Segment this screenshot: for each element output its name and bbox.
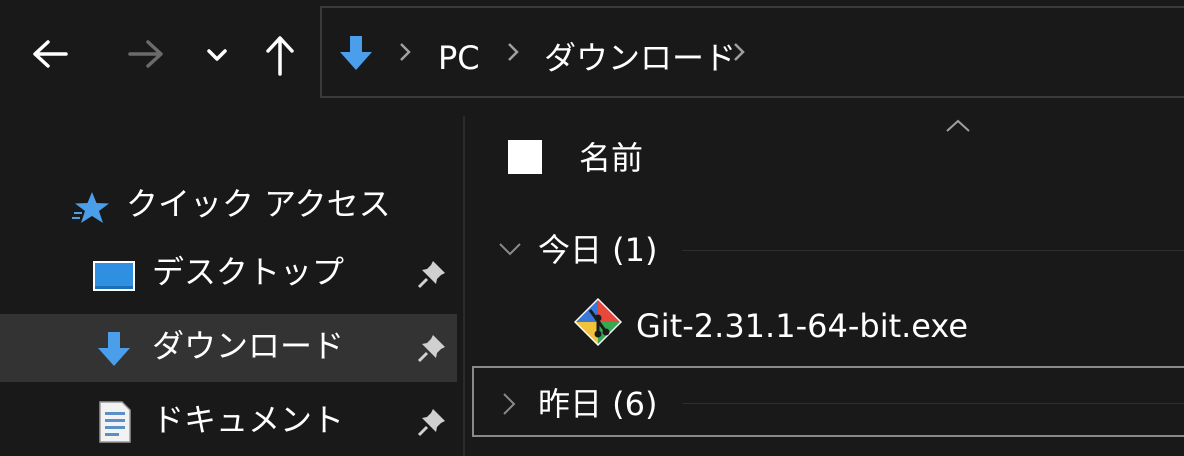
downloads-icon [340,36,372,70]
file-name: Git-2.31.1-64-bit.exe [636,307,969,345]
nav-item-label: ダウンロード [152,327,345,365]
downloads-icon [98,332,130,366]
git-icon [574,298,622,346]
chevron-right-icon [400,43,411,61]
group-divider [682,250,1184,251]
forward-button[interactable] [124,34,168,74]
select-all-checkbox[interactable] [508,140,542,174]
nav-item-documents[interactable]: ドキュメント [0,388,457,456]
address-bar[interactable]: PC ダウンロード [320,6,1184,98]
up-button[interactable] [262,32,298,78]
star-icon [72,192,109,223]
recent-locations-button[interactable] [202,40,232,70]
breadcrumb-downloads[interactable]: ダウンロード [544,38,736,78]
column-header-label: 名前 [579,139,644,177]
group-label: 昨日 (6) [538,385,658,423]
pane-splitter[interactable] [463,116,465,456]
pin-icon[interactable] [416,332,448,364]
nav-quick-access-label: クイック アクセス [126,185,391,223]
pin-icon[interactable] [416,258,448,290]
up-arrow-icon [266,36,294,76]
group-divider [682,403,1184,404]
breadcrumb-pc[interactable]: PC [438,38,480,78]
forward-arrow-icon [128,40,163,68]
chevron-right-icon[interactable] [506,40,520,64]
back-arrow-icon [33,40,68,68]
nav-item-downloads[interactable]: ダウンロード [0,314,457,382]
chevron-right-icon[interactable] [732,40,746,64]
chevron-right-icon [503,393,516,415]
chevron-down-icon [207,49,227,61]
document-icon [99,401,131,443]
nav-item-label: デスクトップ [152,253,345,291]
back-button[interactable] [28,34,72,74]
nav-quick-access[interactable]: クイック アクセス [0,172,457,240]
chevron-down-icon [499,243,521,256]
desktop-icon [93,261,135,291]
group-label: 今日 (1) [538,231,658,269]
nav-item-label: ドキュメント [152,401,345,439]
pin-icon[interactable] [416,406,448,438]
nav-item-desktop[interactable]: デスクトップ [0,240,457,308]
